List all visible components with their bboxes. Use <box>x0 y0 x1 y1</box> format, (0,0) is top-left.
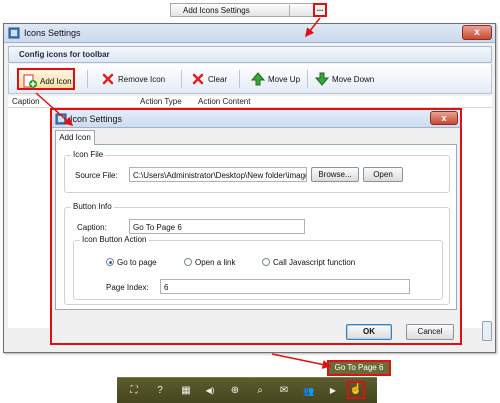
icon-settings-dialog: Icon Settings x Add Icon Icon File Sourc… <box>50 108 462 345</box>
caption-input[interactable]: Go To Page 6 <box>129 219 305 234</box>
window-title-bar: Icons Settings x <box>4 24 495 43</box>
config-section-title: Config icons for toolbar <box>19 50 110 59</box>
ok-button[interactable]: OK <box>346 324 392 340</box>
move-up-label: Move Up <box>268 75 301 84</box>
radio-indicator <box>184 258 192 266</box>
radio-selected-indicator <box>106 258 114 266</box>
button-info-group-title: Button Info <box>71 202 114 211</box>
add-icon-icon <box>23 74 37 88</box>
field-divider <box>289 5 290 16</box>
radio-open-a-link-label: Open a link <box>195 258 236 267</box>
social-share-icon[interactable]: 👥 <box>302 384 316 398</box>
radio-call-javascript[interactable]: Call Javascript function <box>262 258 355 267</box>
window-title: Icons Settings <box>24 28 81 38</box>
button-tooltip: Go To Page 6 <box>327 360 391 376</box>
column-header-action-type[interactable]: Action Type <box>140 97 182 106</box>
open-button[interactable]: Open <box>363 167 403 182</box>
source-file-input[interactable]: C:\Users\Administrator\Desktop\New folde… <box>129 167 307 182</box>
add-icons-settings-label: Add Icons Settings <box>183 6 250 15</box>
arrow-to-tooltip <box>271 353 332 369</box>
radio-go-to-page[interactable]: Go to page <box>106 258 157 267</box>
button-info-group: Button Info Caption: Go To Page 6 Icon B… <box>64 202 450 305</box>
hand-cursor-icon[interactable]: ☝ <box>347 381 365 399</box>
radio-call-javascript-label: Call Javascript function <box>273 258 356 267</box>
radio-go-to-page-label: Go to page <box>117 258 157 267</box>
email-icon[interactable]: ✉ <box>277 384 291 398</box>
sound-icon[interactable]: ◀) <box>203 384 217 398</box>
icons-list-header: Caption Action Type Action Content <box>8 96 492 108</box>
play-icon[interactable]: ▶ <box>326 384 340 398</box>
radio-indicator <box>262 258 270 266</box>
dialog-close-button[interactable]: x <box>430 111 458 125</box>
clear-button[interactable]: Clear <box>187 68 237 90</box>
arrow-up-icon <box>250 72 266 86</box>
cancel-button[interactable]: Cancel <box>406 324 454 340</box>
remove-icon-label: Remove Icon <box>118 75 166 84</box>
source-file-label: Source File: <box>75 171 118 180</box>
move-up-button[interactable]: Move Up <box>247 68 307 90</box>
toolbar-separator <box>181 70 182 88</box>
dialog-title-bar: Icon Settings x <box>52 110 460 128</box>
add-icon-tab-panel: Icon File Source File: C:\Users\Administ… <box>55 144 457 310</box>
zoom-in-icon[interactable]: ⊕ <box>228 384 242 398</box>
more-options-button[interactable]: ... <box>313 3 327 17</box>
column-header-action-content[interactable]: Action Content <box>198 97 250 106</box>
window-close-button[interactable]: x <box>462 25 492 40</box>
config-section-header: Config icons for toolbar <box>8 46 492 63</box>
clear-x-icon <box>192 73 204 85</box>
tab-add-icon[interactable]: Add Icon <box>55 130 95 145</box>
column-header-caption[interactable]: Caption <box>12 97 40 106</box>
viewer-toolbar: ⛶ ? ▦ ◀) ⊕ ⌕ ✉ 👥 ▶ ☝ <box>117 377 377 403</box>
icons-toolbar: Add Icon Remove Icon Clear Move Up Move … <box>8 64 492 94</box>
page-index-label: Page Index: <box>106 283 149 292</box>
icon-button-action-group: Icon Button Action Go to page Open a lin… <box>73 235 443 300</box>
caption-label: Caption: <box>77 223 107 232</box>
help-icon[interactable]: ? <box>153 384 167 398</box>
add-icon-button[interactable]: Add Icon <box>17 68 75 90</box>
toolbar-separator <box>87 70 88 88</box>
browse-button[interactable]: Browse... <box>311 167 359 182</box>
thumbnails-icon[interactable]: ▦ <box>179 384 193 398</box>
add-icon-label: Add Icon <box>40 77 72 86</box>
page-index-input[interactable]: 6 <box>160 279 410 294</box>
move-down-button[interactable]: Move Down <box>311 68 381 90</box>
add-icons-settings-field: Add Icons Settings <box>170 3 327 17</box>
fit-screen-icon[interactable]: ⛶ <box>127 384 141 398</box>
dialog-title: Icon Settings <box>70 114 123 124</box>
toolbar-separator <box>239 70 240 88</box>
window-app-icon <box>8 27 20 39</box>
icon-file-group-title: Icon File <box>71 150 106 159</box>
arrow-down-icon <box>314 72 330 86</box>
move-down-label: Move Down <box>332 75 375 84</box>
remove-x-icon <box>102 73 114 85</box>
remove-icon-button[interactable]: Remove Icon <box>97 68 177 90</box>
search-icon[interactable]: ⌕ <box>253 384 267 398</box>
toolbar-separator <box>307 70 308 88</box>
icon-button-action-title: Icon Button Action <box>80 235 149 244</box>
window-footer-button[interactable] <box>482 321 492 341</box>
icon-file-group: Icon File Source File: C:\Users\Administ… <box>64 150 450 193</box>
radio-open-a-link[interactable]: Open a link <box>184 258 235 267</box>
dialog-app-icon <box>55 113 67 125</box>
clear-label: Clear <box>208 75 228 84</box>
